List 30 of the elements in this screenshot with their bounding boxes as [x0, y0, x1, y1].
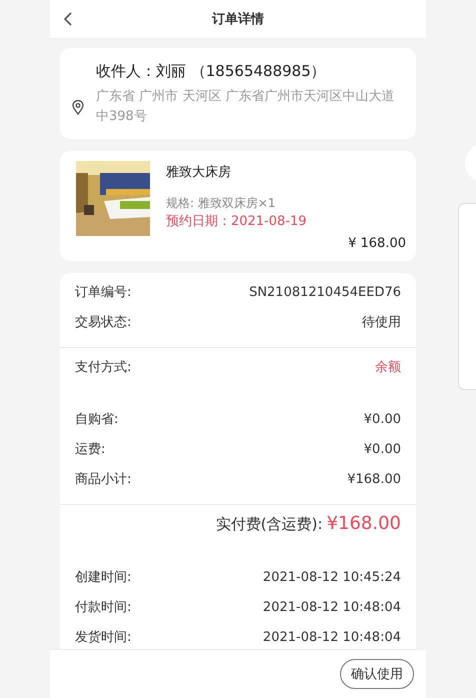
time-value: 2021-08-12 10:48:04 [262, 600, 401, 614]
info-value: ¥0.00 [364, 442, 401, 456]
info-label: 商品小计: [75, 471, 132, 488]
address-text: 广东省 广州市 天河区 广东省广州市天河区中山大道中398号 [96, 88, 396, 126]
total-amount: ¥168.00 [326, 513, 401, 534]
recipient-name: 收件人：刘丽 （18565488985） [96, 62, 327, 81]
time-label: 创建时间: [75, 569, 132, 586]
info-label: 运费: [75, 441, 106, 458]
booking-date: 预约日期：2021-08-19 [166, 213, 308, 230]
info-value: 余额 [375, 359, 401, 376]
confirm-use-button[interactable]: 确认使用 [340, 659, 414, 689]
time-label: 发货时间: [75, 629, 132, 646]
time-label: 付款时间: [75, 599, 132, 616]
total-label: 实付费(含运费): [216, 515, 323, 534]
product-price: ¥ 168.00 [348, 236, 406, 251]
info-value: 待使用 [362, 314, 401, 331]
info-label: 订单编号: [75, 284, 132, 301]
info-value: SN21081210454EED76 [249, 284, 401, 300]
info-label: 自购省: [75, 411, 118, 428]
info-label: 交易状态: [75, 314, 132, 331]
page-title: 订单详情 [212, 10, 264, 28]
product-name: 雅致大床房 [166, 164, 232, 181]
info-label: 支付方式: [75, 359, 132, 376]
back-icon[interactable] [63, 12, 73, 26]
location-pin-icon [72, 100, 84, 115]
product-spec: 规格: 雅致双床房×1 [166, 195, 277, 212]
time-value: 2021-08-12 10:48:04 [262, 630, 401, 644]
info-value: ¥0.00 [364, 412, 401, 426]
info-value: ¥168.00 [347, 472, 401, 486]
time-value: 2021-08-12 10:45:24 [262, 570, 401, 584]
